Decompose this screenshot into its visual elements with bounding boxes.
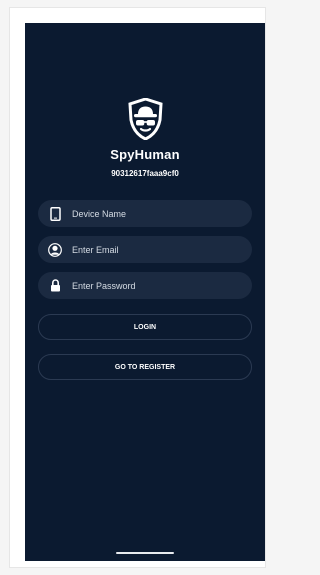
user-circle-icon bbox=[48, 242, 62, 257]
home-indicator[interactable] bbox=[116, 552, 174, 554]
device-name-input[interactable] bbox=[70, 207, 234, 220]
device-name-field[interactable] bbox=[38, 200, 252, 227]
email-field[interactable] bbox=[38, 236, 252, 263]
smartphone-icon bbox=[48, 206, 62, 221]
app-screen: SpyHuman 90312617faaa9cf0 Device Name En… bbox=[25, 23, 265, 561]
spyhuman-logo-icon bbox=[128, 98, 163, 140]
password-field[interactable] bbox=[38, 272, 252, 299]
device-id: 90312617faaa9cf0 bbox=[111, 169, 179, 178]
login-button[interactable]: LOGIN bbox=[38, 314, 252, 340]
email-input[interactable] bbox=[70, 243, 234, 256]
password-input[interactable] bbox=[70, 279, 234, 292]
lock-icon bbox=[48, 279, 62, 293]
brand-name: SpyHuman bbox=[110, 147, 180, 162]
go-to-register-button[interactable]: GO TO REGISTER bbox=[38, 354, 252, 380]
